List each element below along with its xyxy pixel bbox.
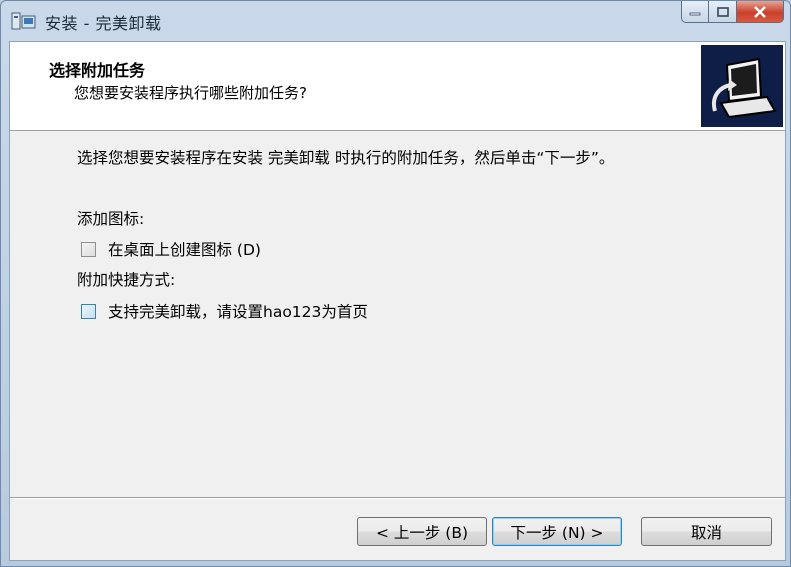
close-icon bbox=[754, 5, 766, 18]
maximize-icon bbox=[716, 6, 729, 17]
homepage-option[interactable]: 支持完美卸载，请设置hao123为首页 bbox=[81, 300, 368, 322]
wizard-client-area: 选择附加任务 您想要安装程序执行哪些附加任务? 选择您想要安装程序在安装 完美卸… bbox=[9, 41, 786, 561]
footer-divider bbox=[10, 497, 785, 499]
maximize-button[interactable] bbox=[709, 1, 737, 23]
wizard-header: 选择附加任务 您想要安装程序执行哪些附加任务? bbox=[10, 42, 785, 131]
back-button[interactable]: < 上一步 (B) bbox=[357, 517, 487, 546]
installer-window: 安装 - 完美卸载 选择附加任务 您想要安装程序执行哪些附加任务? 选择您想要安… bbox=[0, 0, 791, 567]
cancel-button[interactable]: 取消 bbox=[641, 517, 772, 546]
desktop-icon-checkbox[interactable] bbox=[81, 241, 96, 257]
installer-computer-icon bbox=[701, 45, 783, 127]
caption-buttons bbox=[681, 1, 784, 23]
task-description: 选择您想要安装程序在安装 完美卸载 时执行的附加任务，然后单击“下一步”。 bbox=[77, 149, 615, 167]
desktop-icon-option[interactable]: 在桌面上创建图标 (D) bbox=[81, 238, 261, 260]
page-title: 选择附加任务 bbox=[49, 61, 146, 80]
homepage-label[interactable]: 支持完美卸载，请设置hao123为首页 bbox=[108, 300, 368, 322]
title-bar[interactable]: 安装 - 完美卸载 bbox=[1, 1, 790, 39]
page-subtitle: 您想要安装程序执行哪些附加任务? bbox=[74, 84, 307, 102]
window-title: 安装 - 完美卸载 bbox=[45, 14, 162, 33]
group-label-icons: 添加图标: bbox=[77, 210, 145, 228]
group-label-shortcuts: 附加快捷方式: bbox=[77, 271, 176, 289]
next-button[interactable]: 下一步 (N) > bbox=[492, 517, 622, 546]
desktop-icon-label[interactable]: 在桌面上创建图标 (D) bbox=[108, 238, 261, 260]
minimize-icon bbox=[689, 12, 701, 15]
installer-app-icon bbox=[11, 10, 37, 32]
homepage-checkbox[interactable] bbox=[81, 303, 96, 319]
close-button[interactable] bbox=[737, 1, 784, 23]
minimize-button[interactable] bbox=[681, 1, 709, 23]
